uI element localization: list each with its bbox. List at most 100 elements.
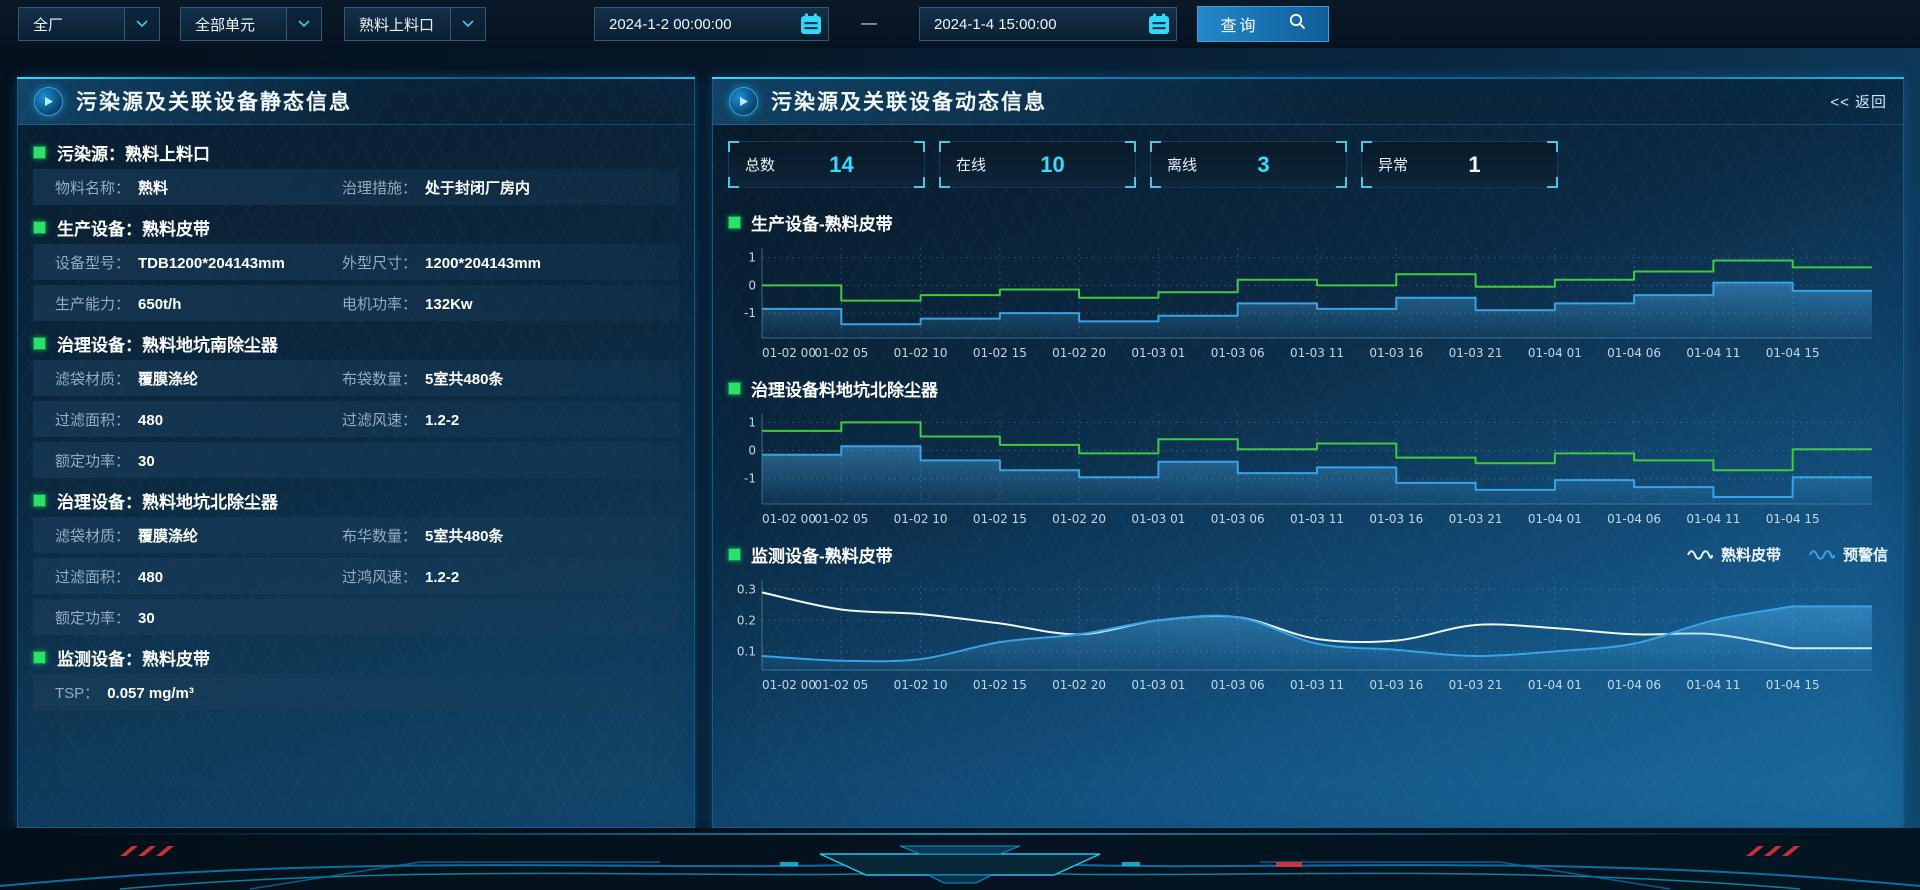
svg-text:01-04 11: 01-04 11 — [1686, 512, 1740, 526]
field: 物料名称：熟料 — [55, 177, 342, 198]
svg-text:01-02 20: 01-02 20 — [1052, 346, 1106, 360]
field: 治理措施： 处于封闭厂房内 — [342, 177, 679, 198]
field-value: 132Kw — [425, 296, 473, 313]
svg-text:01-02 10: 01-02 10 — [894, 346, 948, 360]
green-square-icon — [728, 382, 741, 395]
field: 过滤风速： 1.2-2 — [342, 409, 679, 430]
svg-text:0.3: 0.3 — [737, 582, 756, 596]
dynamic-info-header: 污染源及关联设备动态信息 << 返回 — [713, 78, 1903, 125]
legend-item-1[interactable]: 预警信 — [1809, 544, 1888, 565]
svg-text:01-04 11: 01-04 11 — [1686, 678, 1740, 692]
date-range-separator: — — [861, 15, 877, 33]
field-label: 外型尺寸： — [342, 252, 417, 273]
legend-item-0[interactable]: 熟料皮带 — [1687, 544, 1781, 565]
svg-text:01-02 00: 01-02 00 — [762, 512, 816, 526]
static-info-header: 污染源及关联设备静态信息 — [18, 78, 694, 125]
chart-title: 生产设备-熟料皮带 — [751, 210, 893, 235]
date-from-value: 2024-1-2 00:00:00 — [609, 16, 732, 33]
legend-label: 熟料皮带 — [1721, 544, 1781, 565]
svg-text:-1: -1 — [744, 472, 756, 486]
stat-card-1: 在线10 — [939, 141, 1136, 188]
svg-text:01-02 20: 01-02 20 — [1052, 678, 1106, 692]
calendar-icon[interactable] — [794, 13, 828, 35]
svg-text:01-03 11: 01-03 11 — [1290, 678, 1344, 692]
svg-text:01-02 15: 01-02 15 — [973, 512, 1027, 526]
field: 额定功率：30 — [55, 607, 342, 628]
field-value: 熟料 — [138, 177, 168, 198]
field-label: 额定功率： — [55, 450, 130, 471]
chevron-down-icon[interactable] — [286, 8, 321, 40]
back-link[interactable]: << 返回 — [1830, 91, 1887, 112]
svg-text:01-04 15: 01-04 15 — [1766, 512, 1820, 526]
chart-legend: 熟料皮带 预警信 — [1687, 544, 1888, 565]
svg-text:-1: -1 — [744, 306, 756, 320]
calendar-icon[interactable] — [1142, 13, 1176, 35]
field: 电机功率： 132Kw — [342, 293, 679, 314]
chevron-down-icon[interactable] — [124, 8, 159, 40]
stat-label: 总数 — [745, 154, 775, 175]
section-row: 污染源：熟料上料口 — [33, 135, 679, 169]
data-row: 过滤面积：480过滤风速：1.2-2 — [33, 401, 679, 437]
source-select-value: 熟料上料口 — [359, 14, 434, 35]
svg-text:01-04 01: 01-04 01 — [1528, 678, 1582, 692]
svg-text:01-04 06: 01-04 06 — [1607, 678, 1661, 692]
source-select[interactable]: 熟料上料口 — [344, 7, 486, 41]
svg-text:01-03 11: 01-03 11 — [1290, 346, 1344, 360]
svg-text:0: 0 — [748, 444, 756, 458]
svg-text:01-02 10: 01-02 10 — [894, 512, 948, 526]
chart-block-monitor: 监测设备-熟料皮带 熟料皮带预警信 0.30.20.101-02 0001-02… — [728, 540, 1888, 696]
field-label: 布华数量： — [342, 525, 417, 546]
green-square-icon — [33, 494, 46, 507]
svg-text:0.1: 0.1 — [737, 644, 756, 658]
topbar: 全厂 全部单元 熟料上料口 2024-1-2 00:00:00 — 2024-1… — [0, 0, 1920, 48]
svg-text:01-02 20: 01-02 20 — [1052, 512, 1106, 526]
chart-title: 监测设备-熟料皮带 — [751, 542, 893, 567]
svg-text:01-02 10: 01-02 10 — [894, 678, 948, 692]
data-row: 过滤面积：480过鸿风速：1.2-2 — [33, 558, 679, 594]
field: 设备型号：TDB1200*204143mm — [55, 252, 342, 273]
play-icon — [729, 87, 758, 116]
legend-label: 预警信 — [1843, 544, 1888, 565]
stat-label: 离线 — [1167, 154, 1197, 175]
svg-text:01-02 15: 01-02 15 — [973, 346, 1027, 360]
field-label: 滤袋材质： — [55, 368, 130, 389]
field-value: 650t/h — [138, 296, 181, 313]
stat-card-0: 总数 14 — [728, 141, 925, 188]
svg-text:01-03 01: 01-03 01 — [1131, 346, 1185, 360]
svg-text:01-02 05: 01-02 05 — [814, 678, 868, 692]
green-square-icon — [33, 651, 46, 664]
field-value: 1.2-2 — [425, 412, 459, 429]
svg-text:01-03 06: 01-03 06 — [1211, 346, 1265, 360]
wave-line-icon — [1687, 548, 1713, 560]
green-square-icon — [728, 216, 741, 229]
field: TSP：0.057 mg/m³ — [55, 682, 342, 703]
query-button[interactable]: 查询 — [1197, 6, 1329, 42]
field-label: 治理措施： — [342, 177, 417, 198]
field-value: 0.057 mg/m³ — [107, 685, 194, 702]
field: 滤袋材质：覆膜涤纶 — [55, 368, 342, 389]
section-text: 生产设备：熟料皮带 — [57, 215, 210, 240]
field-value: 处于封闭厂房内 — [425, 177, 530, 198]
chart-block-treatment: 治理设备料地坑北除尘器 10-101-02 0001-02 0501-02 10… — [728, 374, 1888, 530]
unit-select[interactable]: 全部单元 — [180, 7, 322, 41]
section-text: 治理设备：熟料地坑南除尘器 — [57, 331, 278, 356]
chevron-down-icon[interactable] — [450, 8, 485, 40]
footer-decoration — [0, 828, 1920, 890]
treatment-chart: 10-101-02 0001-02 0501-02 1001-02 1501-0… — [728, 406, 1878, 530]
field-value: 5室共480条 — [425, 368, 503, 389]
field-label: 滤袋材质： — [55, 525, 130, 546]
data-row: 设备型号：TDB1200*204143mm外型尺寸：1200*204143mm — [33, 244, 679, 280]
plant-select[interactable]: 全厂 — [18, 7, 160, 41]
stat-value: 3 — [1257, 152, 1269, 178]
date-from-input[interactable]: 2024-1-2 00:00:00 — [594, 7, 829, 41]
section-row: 治理设备：熟料地坑北除尘器 — [33, 483, 679, 517]
field-label: 过滤风速： — [342, 409, 417, 430]
svg-text:01-03 01: 01-03 01 — [1131, 678, 1185, 692]
svg-text:01-03 16: 01-03 16 — [1369, 678, 1423, 692]
green-square-icon — [728, 548, 741, 561]
field-label: 电机功率： — [342, 293, 417, 314]
stat-value: 14 — [829, 152, 853, 178]
field: 过滤面积：480 — [55, 566, 342, 587]
stat-label: 异常 — [1378, 154, 1408, 175]
date-to-input[interactable]: 2024-1-4 15:00:00 — [919, 7, 1177, 41]
